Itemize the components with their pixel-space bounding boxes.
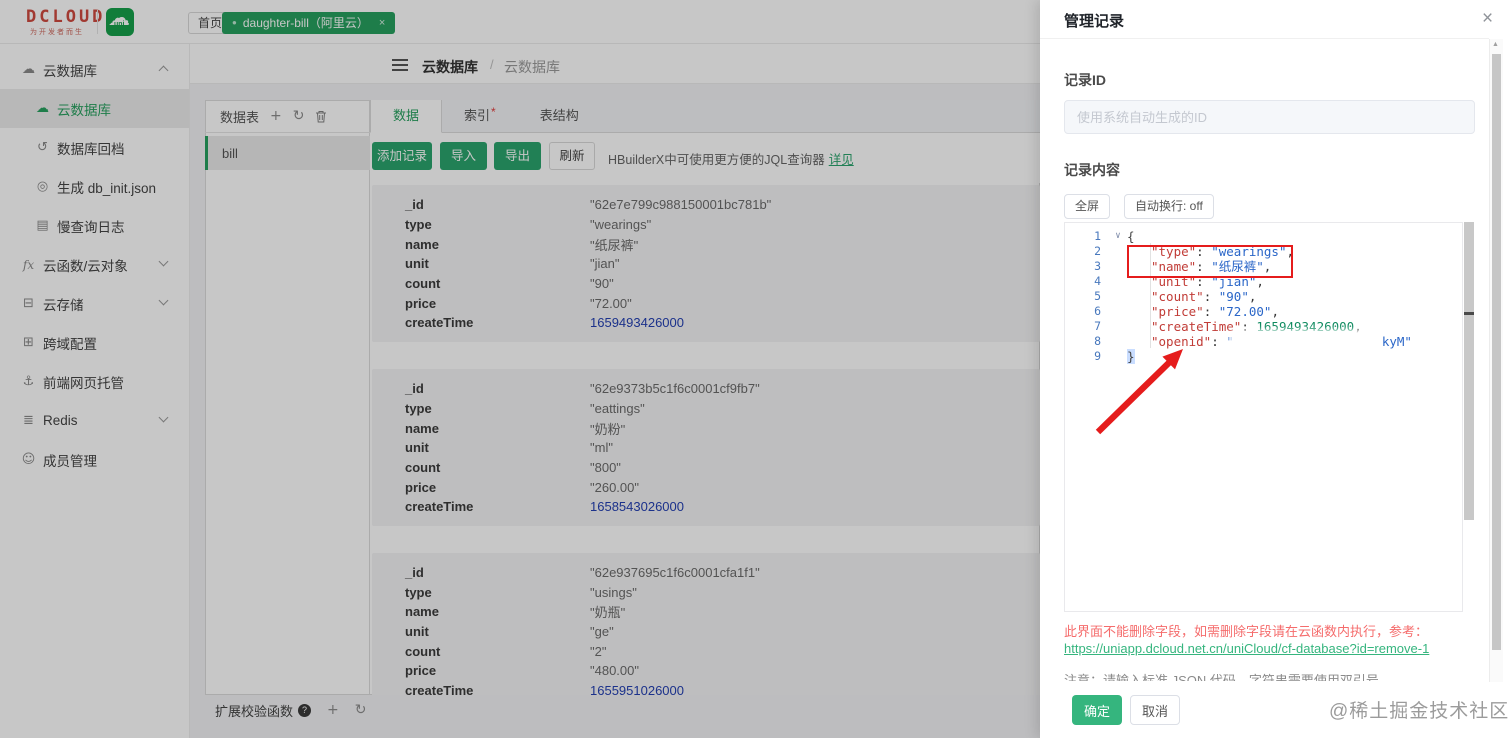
censored-value [1233,334,1382,345]
json-colon: : [1203,304,1219,319]
json-comma: , [1271,304,1279,319]
code-line: 1 ∨{ [1065,229,1462,244]
cancel-button[interactable]: 取消 [1130,695,1180,725]
line-number: 2 [1094,244,1101,258]
docs-link[interactable]: https://uniapp.dcloud.net.cn/uniCloud/cf… [1064,641,1429,656]
fold-gutter [1109,244,1127,259]
json-string-tail: kyM" [1381,334,1412,349]
record-content-label: 记录内容 [1064,162,1120,178]
delete-field-warning: 此界面不能删除字段，如需删除字段请在云函数内执行，参考： [1064,624,1429,639]
json-key: "count" [1151,289,1204,304]
json-comma: , [1248,289,1257,304]
line-number: 5 [1094,289,1101,303]
manage-record-drawer: 管理记录 × 记录ID 记录内容 全屏 自动换行: off 1∨{2"type"… [1040,0,1512,738]
drawer-footer: 确定 取消 @稀土掘金技术社区 [1040,682,1512,738]
line-number: 7 [1094,319,1101,333]
scrollbar-up-arrow[interactable]: ▲ [1492,41,1499,48]
modal-overlay[interactable] [0,0,1040,738]
json-colon: : [1211,334,1227,349]
watermark: @稀土掘金技术社区 [1329,701,1510,722]
json-comma: , [1354,319,1362,334]
drawer-scrollbar-thumb[interactable] [1492,54,1501,650]
editor-scrollbar-marker [1464,312,1474,315]
fold-gutter [1109,319,1127,334]
record-id-input[interactable] [1064,100,1475,134]
code-line: 6 "price": "72.00", [1065,304,1462,319]
drawer-header-divider [1040,38,1489,39]
json-note-clipped: 注意：请输入标准 JSON 代码，字符串需要使用双引号 [1064,673,1379,681]
json-colon: : [1203,289,1219,304]
fold-gutter [1109,289,1127,304]
word-wrap-toggle[interactable]: 自动换行: off [1124,194,1214,219]
line-number: 1 [1094,229,1101,243]
annotation-highlight-box [1127,245,1293,278]
line-number: 3 [1094,259,1101,273]
editor-scrollbar[interactable] [1464,222,1474,520]
json-value: "90" [1218,289,1249,304]
json-key: "createTime" [1151,319,1242,334]
code-line: 5 "count": "90", [1065,289,1462,304]
fold-gutter [1109,259,1127,274]
fold-caret-icon[interactable]: ∨ [1109,229,1127,244]
code-line: 7 "createTime": 1659493426000, [1065,319,1462,334]
fullscreen-button[interactable]: 全屏 [1064,194,1111,219]
line-number: 6 [1094,304,1101,318]
open-brace: { [1127,229,1135,244]
json-colon: : [1241,319,1257,334]
annotation-arrow [1095,349,1183,435]
fold-gutter [1109,274,1127,289]
line-number: 4 [1094,274,1101,288]
drawer-title: 管理记录 [1064,13,1125,30]
json-value: "72.00" [1218,304,1272,319]
fold-gutter [1109,304,1127,319]
record-id-label: 记录ID [1064,72,1106,88]
close-icon[interactable]: × [1482,8,1493,30]
json-value: 1659493426000 [1256,319,1355,334]
json-key: "price" [1151,304,1204,319]
confirm-button[interactable]: 确定 [1072,695,1122,725]
json-string-open-quote: " [1226,334,1234,349]
